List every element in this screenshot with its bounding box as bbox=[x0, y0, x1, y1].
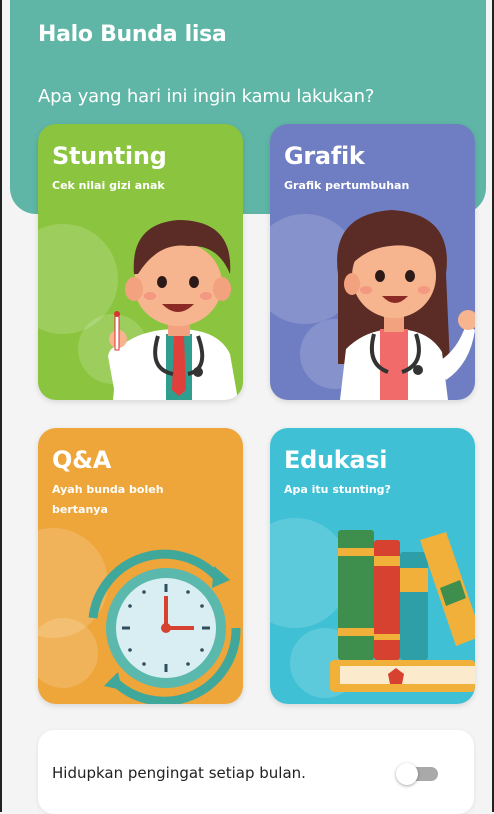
card-grafik[interactable]: Grafik Grafik pertumbuhan bbox=[270, 124, 475, 400]
card-stunting[interactable]: Stunting Cek nilai gizi anak bbox=[38, 124, 243, 400]
card-qa[interactable]: Q&A Ayah bunda boleh bertanya bbox=[38, 428, 243, 704]
reminder-label: Hidupkan pengingat setiap bulan. bbox=[52, 764, 306, 782]
card-title: Edukasi bbox=[284, 446, 388, 474]
card-title: Q&A bbox=[52, 446, 112, 474]
card-title: Grafik bbox=[284, 142, 365, 170]
reminder-toggle[interactable] bbox=[396, 763, 442, 785]
card-description: Grafik pertumbuhan bbox=[284, 179, 410, 192]
card-description: Apa itu stunting? bbox=[284, 483, 391, 496]
card-title: Stunting bbox=[52, 142, 167, 170]
card-description: Cek nilai gizi anak bbox=[52, 179, 165, 192]
reminder-card: Hidupkan pengingat setiap bulan. bbox=[38, 730, 474, 814]
prompt-text: Apa yang hari ini ingin kamu lakukan? bbox=[38, 86, 375, 107]
card-edukasi[interactable]: Edukasi Apa itu stunting? bbox=[270, 428, 475, 704]
greeting-title: Halo Bunda lisa bbox=[38, 22, 227, 47]
toggle-knob bbox=[396, 763, 418, 785]
card-description: Ayah bunda boleh bertanya bbox=[52, 483, 164, 516]
